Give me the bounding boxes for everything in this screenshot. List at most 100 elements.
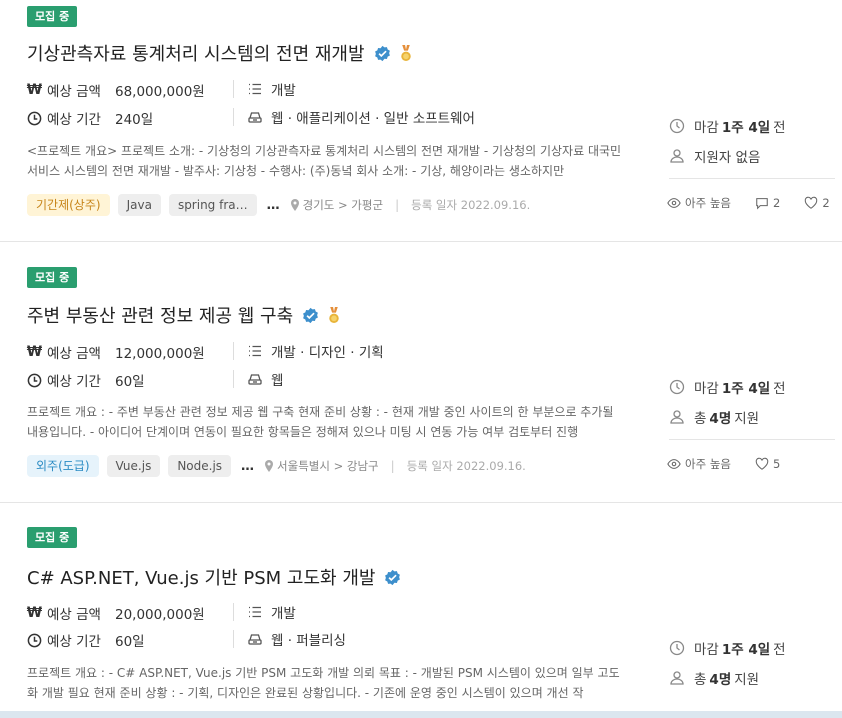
duration-value: 60일	[115, 634, 145, 650]
platform-value: 웹 · 애플리케이션 · 일반 소프트웨어	[271, 111, 475, 127]
duration-value: 60일	[115, 374, 145, 390]
location-pin-icon	[265, 460, 274, 472]
monitor-icon	[248, 634, 262, 645]
deadline-suffix: 전	[773, 642, 786, 658]
duration-label: 예상 기간	[47, 634, 101, 650]
applicants: 지원자 없음	[669, 147, 835, 166]
heart-icon[interactable]	[804, 196, 818, 210]
applicants: 총 4명 지원	[669, 408, 835, 427]
duration-value: 240일	[115, 112, 154, 128]
status-badge: 모집 중	[27, 267, 78, 288]
monitor-icon	[248, 112, 262, 123]
applicants-value: 4명	[709, 672, 732, 688]
stats: 아주 높음 2 2	[667, 195, 830, 211]
platform-value: 웹	[271, 373, 284, 389]
registered-label: 등록 일자	[411, 198, 458, 212]
applicants: 총 4명 지원	[669, 669, 835, 688]
platform: 웹	[233, 370, 284, 389]
registered-label: 등록 일자	[406, 459, 453, 473]
heart-icon[interactable]	[755, 457, 769, 471]
deadline: 마감 1주 4일 전	[669, 639, 835, 658]
skill-tag: spring fra…	[168, 194, 257, 216]
duration-label: 예상 기간	[47, 112, 101, 128]
list-icon	[249, 83, 261, 95]
project-title-text[interactable]: 기상관측자료 통계처리 시스템의 전면 재개발	[27, 40, 365, 66]
expected-amount: ₩ 예상 금액 20,000,000원	[27, 603, 205, 623]
skill-tag: Node.js	[168, 455, 232, 477]
side-divider	[669, 439, 835, 440]
verified-icon	[303, 307, 319, 323]
project-card[interactable]: 모집 중 C# ASP.NET, Vue.js 기반 PSM 고도화 개발 ₩ …	[0, 503, 842, 718]
deadline: 마감 1주 4일 전	[669, 117, 835, 136]
deadline-value: 1주 4일	[721, 642, 771, 658]
platform: 웹 · 애플리케이션 · 일반 소프트웨어	[233, 108, 475, 127]
applicants-prefix: 총	[694, 672, 707, 688]
divider: |	[395, 198, 400, 212]
project-card[interactable]: 모집 중 기상관측자료 통계처리 시스템의 전면 재개발 ₩ 예상 금액 68,…	[0, 0, 842, 242]
project-title-text[interactable]: C# ASP.NET, Vue.js 기반 PSM 고도화 개발	[27, 564, 375, 590]
bottom-scroll-edge	[0, 711, 842, 718]
registered-date-value: 2022.09.16.	[460, 198, 531, 212]
verified-icon	[374, 45, 390, 61]
expected-duration: 예상 기간 60일	[27, 370, 145, 390]
project-title[interactable]: 기상관측자료 통계처리 시스템의 전면 재개발	[27, 40, 412, 66]
project-description[interactable]: <프로젝트 개요> 프로젝트 소개: - 기상청의 기상관측자료 통계처리 시스…	[27, 141, 625, 181]
registered-date: 등록 일자 2022.09.16.	[407, 458, 526, 474]
project-description[interactable]: 프로젝트 개요 : - 주변 부동산 관련 정보 제공 웹 구축 현재 준비 상…	[27, 402, 625, 442]
medal-icon	[329, 306, 339, 323]
amount-value: 20,000,000원	[115, 607, 205, 623]
duration-label: 예상 기간	[47, 374, 101, 390]
deadline-value: 1주 4일	[721, 381, 771, 397]
location: 서울특별시 > 강남구	[264, 458, 379, 474]
amount-value: 68,000,000원	[115, 84, 205, 100]
amount-label: 예상 금액	[47, 84, 101, 100]
side-info: 마감 1주 4일 전 지원자 없음	[669, 117, 835, 179]
views-value: 아주 높음	[685, 457, 731, 471]
person-icon	[670, 410, 684, 424]
platform: 웹 · 퍼블리싱	[233, 630, 346, 649]
project-card[interactable]: 모집 중 주변 부동산 관련 정보 제공 웹 구축 ₩ 예상 금액 12,000…	[0, 242, 842, 503]
side-info: 마감 1주 4일 전 총 4명 지원	[669, 639, 835, 688]
tag-list: 외주(도급) Vue.js Node.js … 서울특별시 > 강남구 | 등록…	[27, 455, 526, 477]
location: 경기도 > 가평군	[290, 197, 383, 213]
expected-amount: ₩ 예상 금액 12,000,000원	[27, 342, 205, 362]
deadline-suffix: 전	[773, 381, 786, 397]
monitor-icon	[248, 374, 262, 385]
project-title[interactable]: 주변 부동산 관련 정보 제공 웹 구축	[27, 302, 340, 328]
more-tags[interactable]: …	[239, 459, 256, 474]
category: 개발	[233, 80, 296, 99]
comments-count: 2	[772, 196, 781, 210]
amount-label: 예상 금액	[47, 346, 101, 362]
deadline: 마감 1주 4일 전	[669, 378, 835, 397]
project-description[interactable]: 프로젝트 개요 : - C# ASP.NET, Vue.js 기반 PSM 고도…	[27, 663, 625, 703]
registered-date: 등록 일자 2022.09.16.	[411, 197, 530, 213]
divider: |	[390, 459, 395, 473]
deadline-prefix: 마감	[694, 120, 719, 136]
side-info: 마감 1주 4일 전 총 4명 지원	[669, 378, 835, 440]
contract-type-tag: 외주(도급)	[27, 455, 99, 477]
project-title-text[interactable]: 주변 부동산 관련 정보 제공 웹 구축	[27, 302, 293, 328]
likes-count: 2	[822, 196, 830, 210]
won-icon: ₩	[26, 82, 43, 98]
project-title[interactable]: C# ASP.NET, Vue.js 기반 PSM 고도화 개발	[27, 564, 401, 590]
comment-icon	[756, 198, 768, 210]
more-tags[interactable]: …	[265, 198, 282, 213]
location-pin-icon	[290, 199, 299, 211]
won-icon: ₩	[26, 605, 43, 621]
platform-value: 웹 · 퍼블리싱	[271, 633, 346, 649]
registered-date-value: 2022.09.16.	[456, 459, 526, 473]
expected-duration: 예상 기간 60일	[27, 630, 145, 650]
applicants-prefix: 총	[694, 411, 707, 427]
applicants-suffix: 지원	[734, 411, 760, 427]
clock-icon	[27, 373, 42, 387]
deadline-prefix: 마감	[694, 381, 719, 397]
category: 개발 · 디자인 · 기획	[233, 342, 384, 361]
views-value: 아주 높음	[685, 196, 731, 210]
category: 개발	[233, 603, 296, 622]
likes-count: 5	[772, 457, 781, 471]
amount-label: 예상 금액	[47, 607, 101, 623]
contract-type-tag: 기간제(상주)	[27, 194, 110, 216]
status-badge: 모집 중	[27, 6, 78, 27]
skill-tag: Java	[117, 194, 161, 216]
side-divider	[669, 178, 835, 179]
